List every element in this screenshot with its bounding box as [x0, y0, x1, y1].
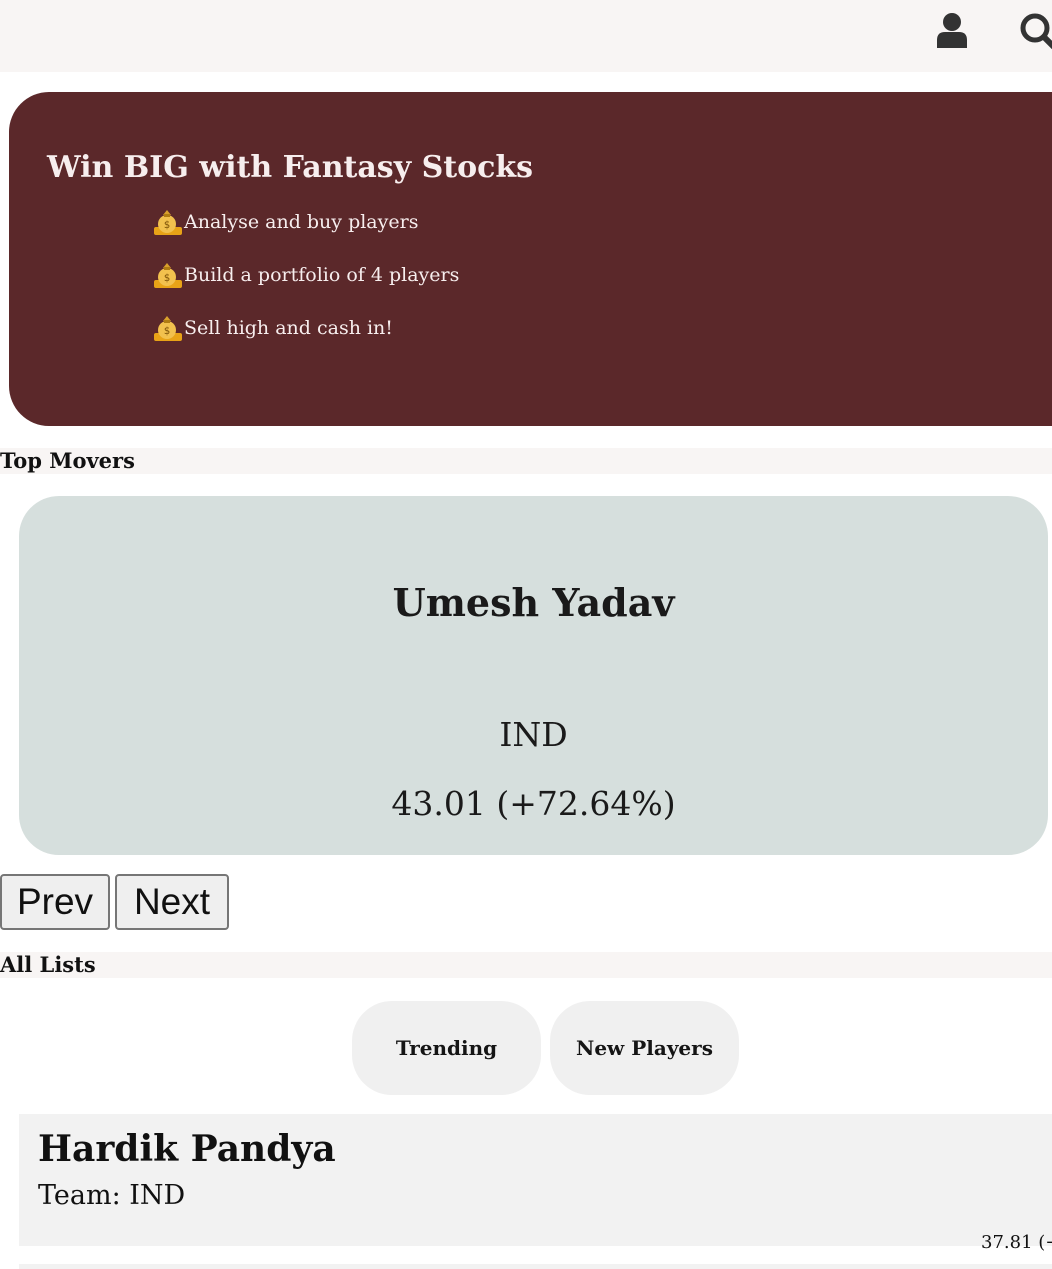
mover-name: Umesh Yadav — [392, 580, 675, 625]
next-button[interactable]: Next — [115, 874, 229, 930]
hero-bullet-text: Analyse and buy players — [184, 211, 419, 233]
hero-title: Win BIG with Fantasy Stocks — [47, 150, 534, 185]
next-list-item-edge — [19, 1264, 1052, 1269]
hero-bullet-text: Build a portfolio of 4 players — [184, 264, 460, 286]
mover-team: IND — [499, 715, 568, 754]
hero-bullet: $ Sell high and cash in! — [152, 313, 393, 343]
mover-price: 43.01 (+72.64%) — [391, 784, 676, 823]
player-price: 37.81 (+ — [981, 1232, 1052, 1253]
svg-text:$: $ — [164, 273, 170, 284]
tab-trending[interactable]: Trending — [352, 1001, 541, 1095]
top-movers-heading: Top Movers — [0, 448, 1052, 474]
hero-bullet-text: Sell high and cash in! — [184, 317, 393, 339]
player-team: Team: IND — [38, 1180, 186, 1211]
svg-text:$: $ — [164, 220, 170, 231]
money-bag-icon: $ — [152, 260, 184, 290]
hero-banner: Win BIG with Fantasy Stocks $ Analyse an… — [9, 92, 1052, 426]
top-bar — [0, 0, 1052, 72]
money-bag-icon: $ — [152, 313, 184, 343]
hero-bullet: $ Analyse and buy players — [152, 207, 418, 237]
user-icon[interactable] — [937, 13, 967, 48]
hero-bullet: $ Build a portfolio of 4 players — [152, 260, 459, 290]
player-name: Hardik Pandya — [38, 1128, 336, 1170]
top-mover-card[interactable]: Umesh Yadav IND 43.01 (+72.64%) — [19, 496, 1048, 855]
prev-button[interactable]: Prev — [0, 874, 110, 930]
list-item[interactable]: Hardik Pandya Team: IND 37.81 (+ — [19, 1114, 1052, 1253]
svg-text:$: $ — [164, 326, 170, 337]
all-lists-heading: All Lists — [0, 952, 1052, 978]
search-icon[interactable] — [1019, 13, 1052, 49]
money-bag-icon: $ — [152, 207, 184, 237]
tab-new-players[interactable]: New Players — [550, 1001, 739, 1095]
